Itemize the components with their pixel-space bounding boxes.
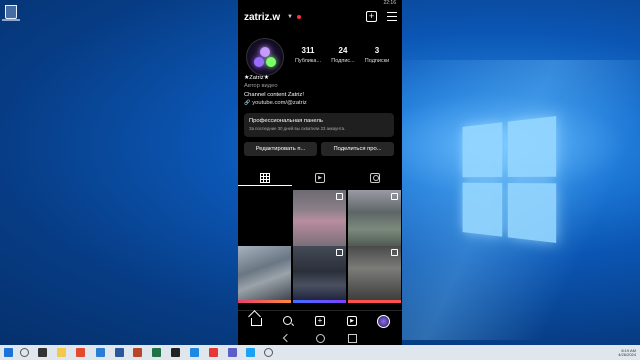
stat-label: Подписки <box>364 58 390 64</box>
share-profile-button[interactable]: Поделиться про... <box>321 142 394 156</box>
file-explorer-icon[interactable] <box>57 348 66 357</box>
edge-icon[interactable] <box>96 348 105 357</box>
pro-panel-title: Профессиональная панель <box>249 118 323 124</box>
recycle-bin-icon[interactable] <box>2 2 20 21</box>
taskbar: 8:19 AM 4/26/2024 <box>0 345 640 360</box>
edit-profile-button[interactable]: Редактировать п... <box>244 142 317 156</box>
stat-following[interactable]: 3 Подписки <box>357 46 397 64</box>
stat-value: 311 <box>301 46 315 55</box>
create-icon[interactable]: + <box>315 316 325 326</box>
tagged-icon <box>370 173 380 183</box>
grid-icon <box>260 173 270 183</box>
post-thumbnail[interactable] <box>293 190 346 246</box>
tab-reels[interactable]: ▶ <box>293 172 347 184</box>
bio-text: Channel content Zatriz! <box>244 91 304 98</box>
reel-icon <box>391 193 398 200</box>
new-post-icon[interactable]: + <box>366 11 377 22</box>
status-time: 22:16 <box>383 0 396 6</box>
bottom-nav: + ▶ <box>238 310 402 331</box>
professional-dashboard[interactable]: Профессиональная панель За последние 30 … <box>244 113 394 137</box>
username[interactable]: zatriz.w <box>244 12 280 23</box>
search-icon[interactable] <box>283 316 292 325</box>
profile-bio: ★Zatriz★ Автор видео Channel content Zat… <box>244 74 394 108</box>
post-thumbnail[interactable] <box>348 246 401 302</box>
app-icon[interactable] <box>209 348 218 357</box>
tray-date: 4/26/2024 <box>618 352 636 357</box>
stat-label: Публика... <box>294 58 322 64</box>
post-thumbnail[interactable] <box>238 190 291 246</box>
status-bar: 22:16 <box>238 0 402 7</box>
reel-icon <box>336 193 343 200</box>
tab-tagged[interactable] <box>348 172 402 184</box>
post-thumbnail[interactable] <box>238 246 291 302</box>
tray-clock[interactable]: 8:19 AM 4/26/2024 <box>598 349 636 357</box>
profile-icon[interactable] <box>377 315 390 328</box>
profile-tabs: ▶ <box>238 170 402 186</box>
profile-header: zatriz.w ▼ + <box>244 10 397 26</box>
reels-icon: ▶ <box>315 173 325 183</box>
reel-icon <box>336 249 343 256</box>
chevron-down-icon[interactable]: ▼ <box>287 14 293 20</box>
stat-posts[interactable]: 311 Публика... <box>288 46 328 64</box>
pro-panel-subtitle: За последние 30 дней вы охватили 23 акка… <box>249 126 346 131</box>
teams-icon[interactable] <box>228 348 237 357</box>
search-taskbar-icon[interactable] <box>20 348 29 357</box>
back-icon[interactable] <box>282 333 292 343</box>
profile-link[interactable]: 🔗 youtube.com/@zatriz <box>244 99 394 107</box>
stat-value: 3 <box>374 46 380 55</box>
avatar[interactable] <box>246 38 284 76</box>
reel-icon <box>391 249 398 256</box>
chrome-icon[interactable] <box>76 348 85 357</box>
display-name: ★Zatriz★ <box>244 75 269 81</box>
reels-nav-icon[interactable]: ▶ <box>347 316 357 326</box>
start-icon[interactable] <box>4 348 13 357</box>
powerpoint-icon[interactable] <box>133 348 142 357</box>
word-icon[interactable] <box>115 348 124 357</box>
profile-link-text: youtube.com/@zatriz <box>252 100 307 107</box>
excel-icon[interactable] <box>152 348 161 357</box>
system-nav-bar <box>238 330 402 345</box>
phone-screen: 22:16 zatriz.w ▼ + 311 Публика... 24 Под… <box>238 0 402 345</box>
tab-grid[interactable] <box>238 172 292 186</box>
home-icon[interactable] <box>251 318 262 326</box>
settings-icon[interactable] <box>264 348 273 357</box>
task-view-icon[interactable] <box>38 348 47 357</box>
twitter-icon[interactable] <box>246 348 255 357</box>
link-icon: 🔗 <box>244 100 251 107</box>
app-icon[interactable] <box>190 348 199 357</box>
post-thumbnail[interactable] <box>348 190 401 246</box>
recents-icon[interactable] <box>348 334 357 343</box>
post-thumbnail[interactable] <box>293 246 346 302</box>
notification-dot <box>297 15 301 19</box>
menu-icon[interactable] <box>387 12 397 23</box>
terminal-icon[interactable] <box>171 348 180 357</box>
category-label: Автор видео <box>244 83 278 90</box>
posts-grid <box>238 190 402 310</box>
home-button-icon[interactable] <box>316 334 325 343</box>
posts-row-partial <box>238 300 402 308</box>
windows-logo <box>462 116 557 243</box>
